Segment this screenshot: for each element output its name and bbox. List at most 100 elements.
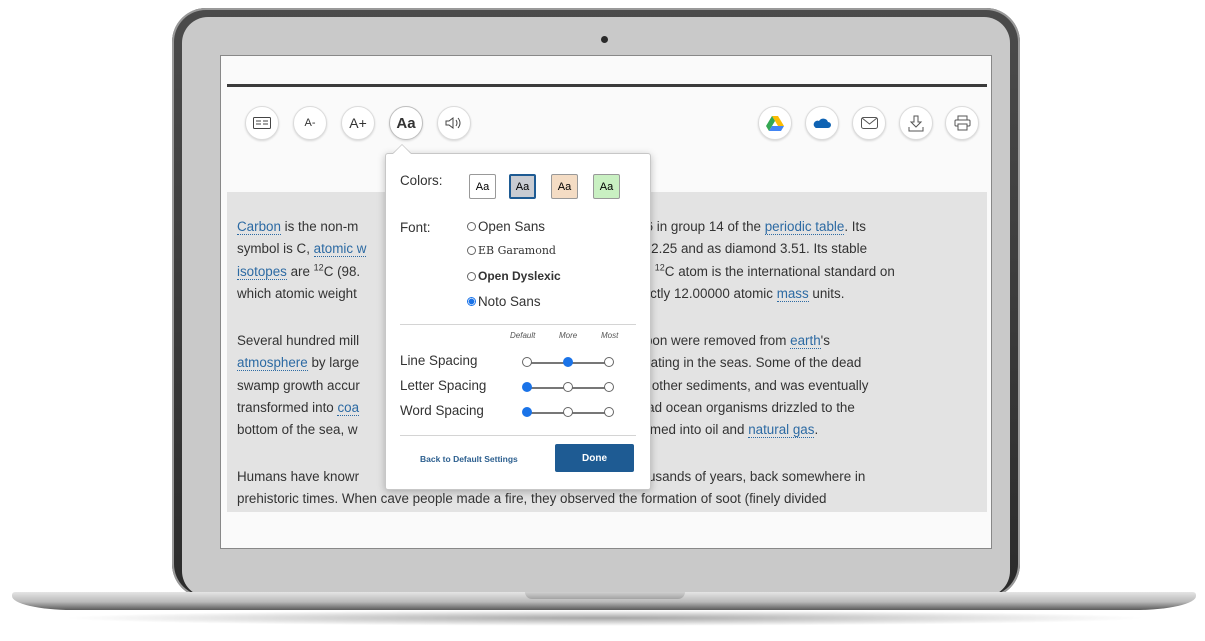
word-spacing-label: Word Spacing: [400, 403, 484, 418]
text: are: [286, 263, 314, 279]
slider-stop-default[interactable]: [522, 382, 532, 392]
link-mass[interactable]: mass: [776, 285, 809, 302]
link-carbon[interactable]: Carbon: [237, 219, 281, 235]
letter-spacing-slider[interactable]: [522, 382, 614, 394]
google-drive-button[interactable]: [758, 106, 792, 140]
text: bottom of the sea, w: [237, 422, 358, 438]
immersive-reader-button[interactable]: [245, 106, 279, 140]
text: transformed into: [237, 399, 338, 415]
font-name: EB Garamond: [478, 244, 556, 257]
slider-stop-default[interactable]: [522, 407, 532, 417]
camera-icon: [601, 36, 608, 43]
text: symbol is C,: [237, 241, 314, 257]
slider-stop-most[interactable]: [604, 407, 614, 417]
text: arbon were removed from: [633, 333, 791, 348]
superscript: 12: [654, 262, 665, 273]
text: by large: [307, 355, 360, 371]
onedrive-icon: [813, 118, 831, 128]
email-button[interactable]: [852, 106, 886, 140]
slider-stop-more[interactable]: [563, 407, 573, 417]
increase-font-icon: A+: [349, 115, 367, 131]
superscript: 12: [313, 262, 324, 273]
print-button[interactable]: [945, 106, 979, 140]
link-atomic-weight[interactable]: atomic w: [313, 241, 367, 258]
decrease-font-button[interactable]: A-: [293, 106, 327, 140]
reset-defaults-link[interactable]: Back to Default Settings: [420, 454, 518, 464]
divider: [400, 324, 636, 325]
link-earth[interactable]: earth: [790, 333, 821, 349]
text-preferences-icon: Aa: [396, 114, 416, 132]
laptop-shadow: [60, 610, 1150, 626]
link-isotopes[interactable]: isotopes: [237, 263, 287, 280]
text: units.: [808, 285, 845, 301]
text-preferences-popup: Colors: Aa Aa Aa Aa Font: Open Sans EB G…: [385, 145, 651, 490]
font-label: Font:: [400, 220, 431, 235]
email-icon: [860, 117, 878, 129]
swatch-label: Aa: [475, 180, 490, 193]
radio-icon: [467, 271, 476, 281]
color-swatch-green[interactable]: Aa: [593, 174, 620, 199]
google-drive-icon: [766, 116, 784, 131]
font-option-open-sans[interactable]: Open Sans: [467, 219, 545, 234]
text: housands of years, back somewhere in: [633, 469, 866, 484]
text: which atomic weight: [237, 285, 357, 301]
color-swatch-peach[interactable]: Aa: [551, 174, 578, 199]
letter-spacing-label: Letter Spacing: [400, 378, 487, 393]
link-atmosphere[interactable]: atmosphere: [237, 355, 308, 372]
onedrive-button[interactable]: [805, 106, 839, 140]
text: 2.25 and as diamond 3.51. Its stable: [647, 241, 868, 257]
scale-label-default: Default: [510, 331, 536, 340]
text: Humans have knowr: [237, 469, 360, 484]
decrease-font-icon: A-: [304, 117, 316, 129]
font-option-noto-sans[interactable]: Noto Sans: [467, 294, 541, 309]
font-option-eb-garamond[interactable]: EB Garamond: [467, 244, 556, 257]
link-periodic-table[interactable]: periodic table: [764, 219, 845, 235]
done-button[interactable]: Done: [555, 444, 634, 472]
radio-icon: [467, 246, 476, 255]
text: is the non-m: [280, 219, 359, 234]
increase-font-button[interactable]: A+: [341, 106, 375, 140]
immersive-reader-icon: [253, 117, 271, 129]
font-name: Noto Sans: [478, 294, 541, 309]
print-icon: [954, 115, 970, 131]
text: Several hundred mill: [237, 333, 360, 348]
colors-label: Colors:: [400, 173, 443, 188]
slider-stop-most[interactable]: [604, 357, 614, 367]
text: C atom is the international standard on: [664, 263, 895, 279]
color-swatch-white[interactable]: Aa: [469, 174, 496, 199]
line-spacing-label: Line Spacing: [400, 353, 478, 368]
header-rule: [227, 84, 987, 87]
link-coal[interactable]: coa: [337, 399, 360, 416]
slider-stop-default[interactable]: [522, 357, 532, 367]
link-natural-gas[interactable]: natural gas: [748, 422, 815, 439]
text: . Its: [844, 219, 866, 234]
color-swatch-gray-selected[interactable]: Aa: [509, 174, 536, 199]
word-spacing-slider[interactable]: [522, 407, 614, 419]
text: .: [814, 422, 819, 438]
swatch-label: Aa: [515, 180, 530, 193]
line-spacing-slider[interactable]: [522, 357, 614, 369]
slider-stop-more[interactable]: [563, 357, 573, 367]
read-aloud-button[interactable]: [437, 106, 471, 140]
slider-stop-most[interactable]: [604, 382, 614, 392]
popup-caret-fill: [393, 145, 411, 154]
swatch-label: Aa: [557, 180, 572, 193]
font-option-open-dyslexic[interactable]: Open Dyslexic: [467, 269, 561, 283]
text: e dead ocean organisms drizzled to the: [621, 399, 855, 415]
download-button[interactable]: [899, 106, 933, 140]
text: 's: [820, 333, 830, 348]
font-name: Open Dyslexic: [478, 269, 561, 283]
speaker-icon: [445, 117, 461, 129]
swatch-label: Aa: [599, 180, 614, 193]
download-icon: [908, 115, 924, 131]
scale-label-most: Most: [601, 331, 619, 340]
text-preferences-button[interactable]: Aa: [389, 106, 423, 140]
laptop-notch: [525, 592, 685, 599]
text: prehistoric times. When cave people made…: [237, 491, 827, 507]
font-name: Open Sans: [478, 219, 545, 234]
text: s floating in the seas. Some of the dead: [626, 355, 862, 371]
screen: A- A+ Aa Carbon is the non-mmber 6 in gr…: [220, 55, 992, 549]
text: swamp growth accur: [237, 377, 360, 393]
scale-label-more: More: [559, 331, 578, 340]
slider-stop-more[interactable]: [563, 382, 573, 392]
